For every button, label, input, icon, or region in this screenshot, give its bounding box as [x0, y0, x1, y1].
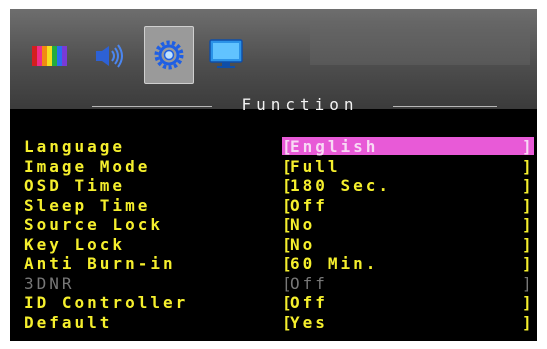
- menu-item-value-text: 180 Sec.: [290, 176, 392, 195]
- menu-item-value-text: Full: [290, 156, 341, 176]
- bracket-close: ]: [522, 195, 535, 215]
- menu-item-label: Source Lock: [24, 215, 163, 234]
- bracket-close: ]: [522, 254, 535, 273]
- bracket-open: [: [282, 195, 295, 215]
- menu-item-value[interactable]: [English]: [282, 137, 535, 156]
- bracket-open: [: [282, 254, 295, 273]
- header-rule-right: [393, 106, 497, 107]
- menu-item-value-text: No: [290, 234, 316, 254]
- bracket-open: [: [282, 137, 295, 156]
- menu-item-anti-burn-in[interactable]: Anti Burn-in [60 Min.]: [24, 254, 534, 274]
- menu-item-label: Key Lock: [24, 234, 126, 254]
- menu-item-value-text: No: [290, 215, 316, 234]
- display-icon[interactable]: [206, 35, 246, 73]
- bracket-close: ]: [522, 293, 535, 312]
- menu-item-image-mode[interactable]: Image Mode [Full]: [24, 157, 534, 177]
- bracket-open: [: [282, 156, 295, 176]
- menu-item-label: Language: [24, 137, 126, 156]
- menu-item-label: Image Mode: [24, 156, 151, 176]
- audio-icon[interactable]: [92, 37, 132, 75]
- bracket-close: ]: [522, 312, 535, 332]
- menu-item-value[interactable]: [No]: [282, 215, 535, 234]
- gear-icon: [154, 40, 184, 70]
- bracket-open: [: [282, 234, 295, 254]
- section-title: Function: [241, 95, 359, 114]
- menu-item-default[interactable]: Default [Yes]: [24, 313, 534, 333]
- bracket-open: [: [282, 293, 295, 312]
- menu-item-label: Anti Burn-in: [24, 254, 176, 273]
- menu-item-value[interactable]: [No]: [282, 234, 535, 254]
- menu-item-value-text: Yes: [290, 312, 328, 332]
- menu-item-value[interactable]: [Full]: [282, 156, 535, 176]
- menu-item-label: OSD Time: [24, 176, 126, 195]
- menu-item-key-lock[interactable]: Key Lock [No]: [24, 235, 534, 255]
- menu-item-value: [Off]: [282, 273, 535, 293]
- function-menu: Language [English] Image Mode [Full] OSD Tim…: [24, 137, 534, 332]
- menu-item-source-lock[interactable]: Source Lock [No]: [24, 215, 534, 235]
- menu-item-label: Sleep Time: [24, 195, 151, 215]
- menu-item-value[interactable]: [Yes]: [282, 312, 535, 332]
- bracket-close: ]: [522, 137, 535, 156]
- speaker-icon: [96, 44, 123, 68]
- menu-item-osd-time[interactable]: OSD Time [180 Sec.]: [24, 176, 534, 196]
- menu-item-value[interactable]: [Off]: [282, 293, 535, 312]
- section-header: Function: [10, 95, 537, 117]
- osd-menu: Function Language [English] Image Mode [Ful…: [10, 9, 537, 341]
- bracket-open: [: [282, 215, 295, 234]
- bracket-open: [: [282, 273, 295, 293]
- bracket-close: ]: [522, 273, 535, 293]
- menu-item-value-text: Off: [290, 273, 328, 293]
- menu-item-value-text: English: [290, 137, 379, 156]
- header-rule-left: [92, 106, 212, 107]
- menu-item-label: 3DNR: [24, 273, 75, 293]
- header-shade: [310, 21, 530, 65]
- picture-icon[interactable]: [30, 37, 70, 75]
- bracket-open: [: [282, 176, 295, 195]
- menu-item-value-text: Off: [290, 293, 328, 312]
- menu-item-sleep-time[interactable]: Sleep Time [Off]: [24, 196, 534, 216]
- bracket-close: ]: [522, 176, 535, 195]
- menu-item-id-controller[interactable]: ID Controller [Off]: [24, 293, 534, 313]
- bracket-open: [: [282, 312, 295, 332]
- monitor-icon: [209, 39, 243, 68]
- menu-item-value[interactable]: [180 Sec.]: [282, 176, 535, 195]
- bracket-close: ]: [522, 234, 535, 254]
- menu-item-label: Default: [24, 312, 113, 332]
- function-tab[interactable]: [144, 26, 194, 84]
- menu-item-value-text: 60 Min.: [290, 254, 379, 273]
- menu-item-value[interactable]: [60 Min.]: [282, 254, 535, 273]
- menu-item-label: ID Controller: [24, 293, 189, 312]
- menu-item-value-text: Off: [290, 195, 328, 215]
- color-bars-icon: [32, 46, 67, 66]
- menu-item-language[interactable]: Language [English]: [24, 137, 534, 157]
- bracket-close: ]: [522, 156, 535, 176]
- menu-item-value[interactable]: [Off]: [282, 195, 535, 215]
- menu-item-3dnr: 3DNR [Off]: [24, 274, 534, 294]
- bracket-close: ]: [522, 215, 535, 234]
